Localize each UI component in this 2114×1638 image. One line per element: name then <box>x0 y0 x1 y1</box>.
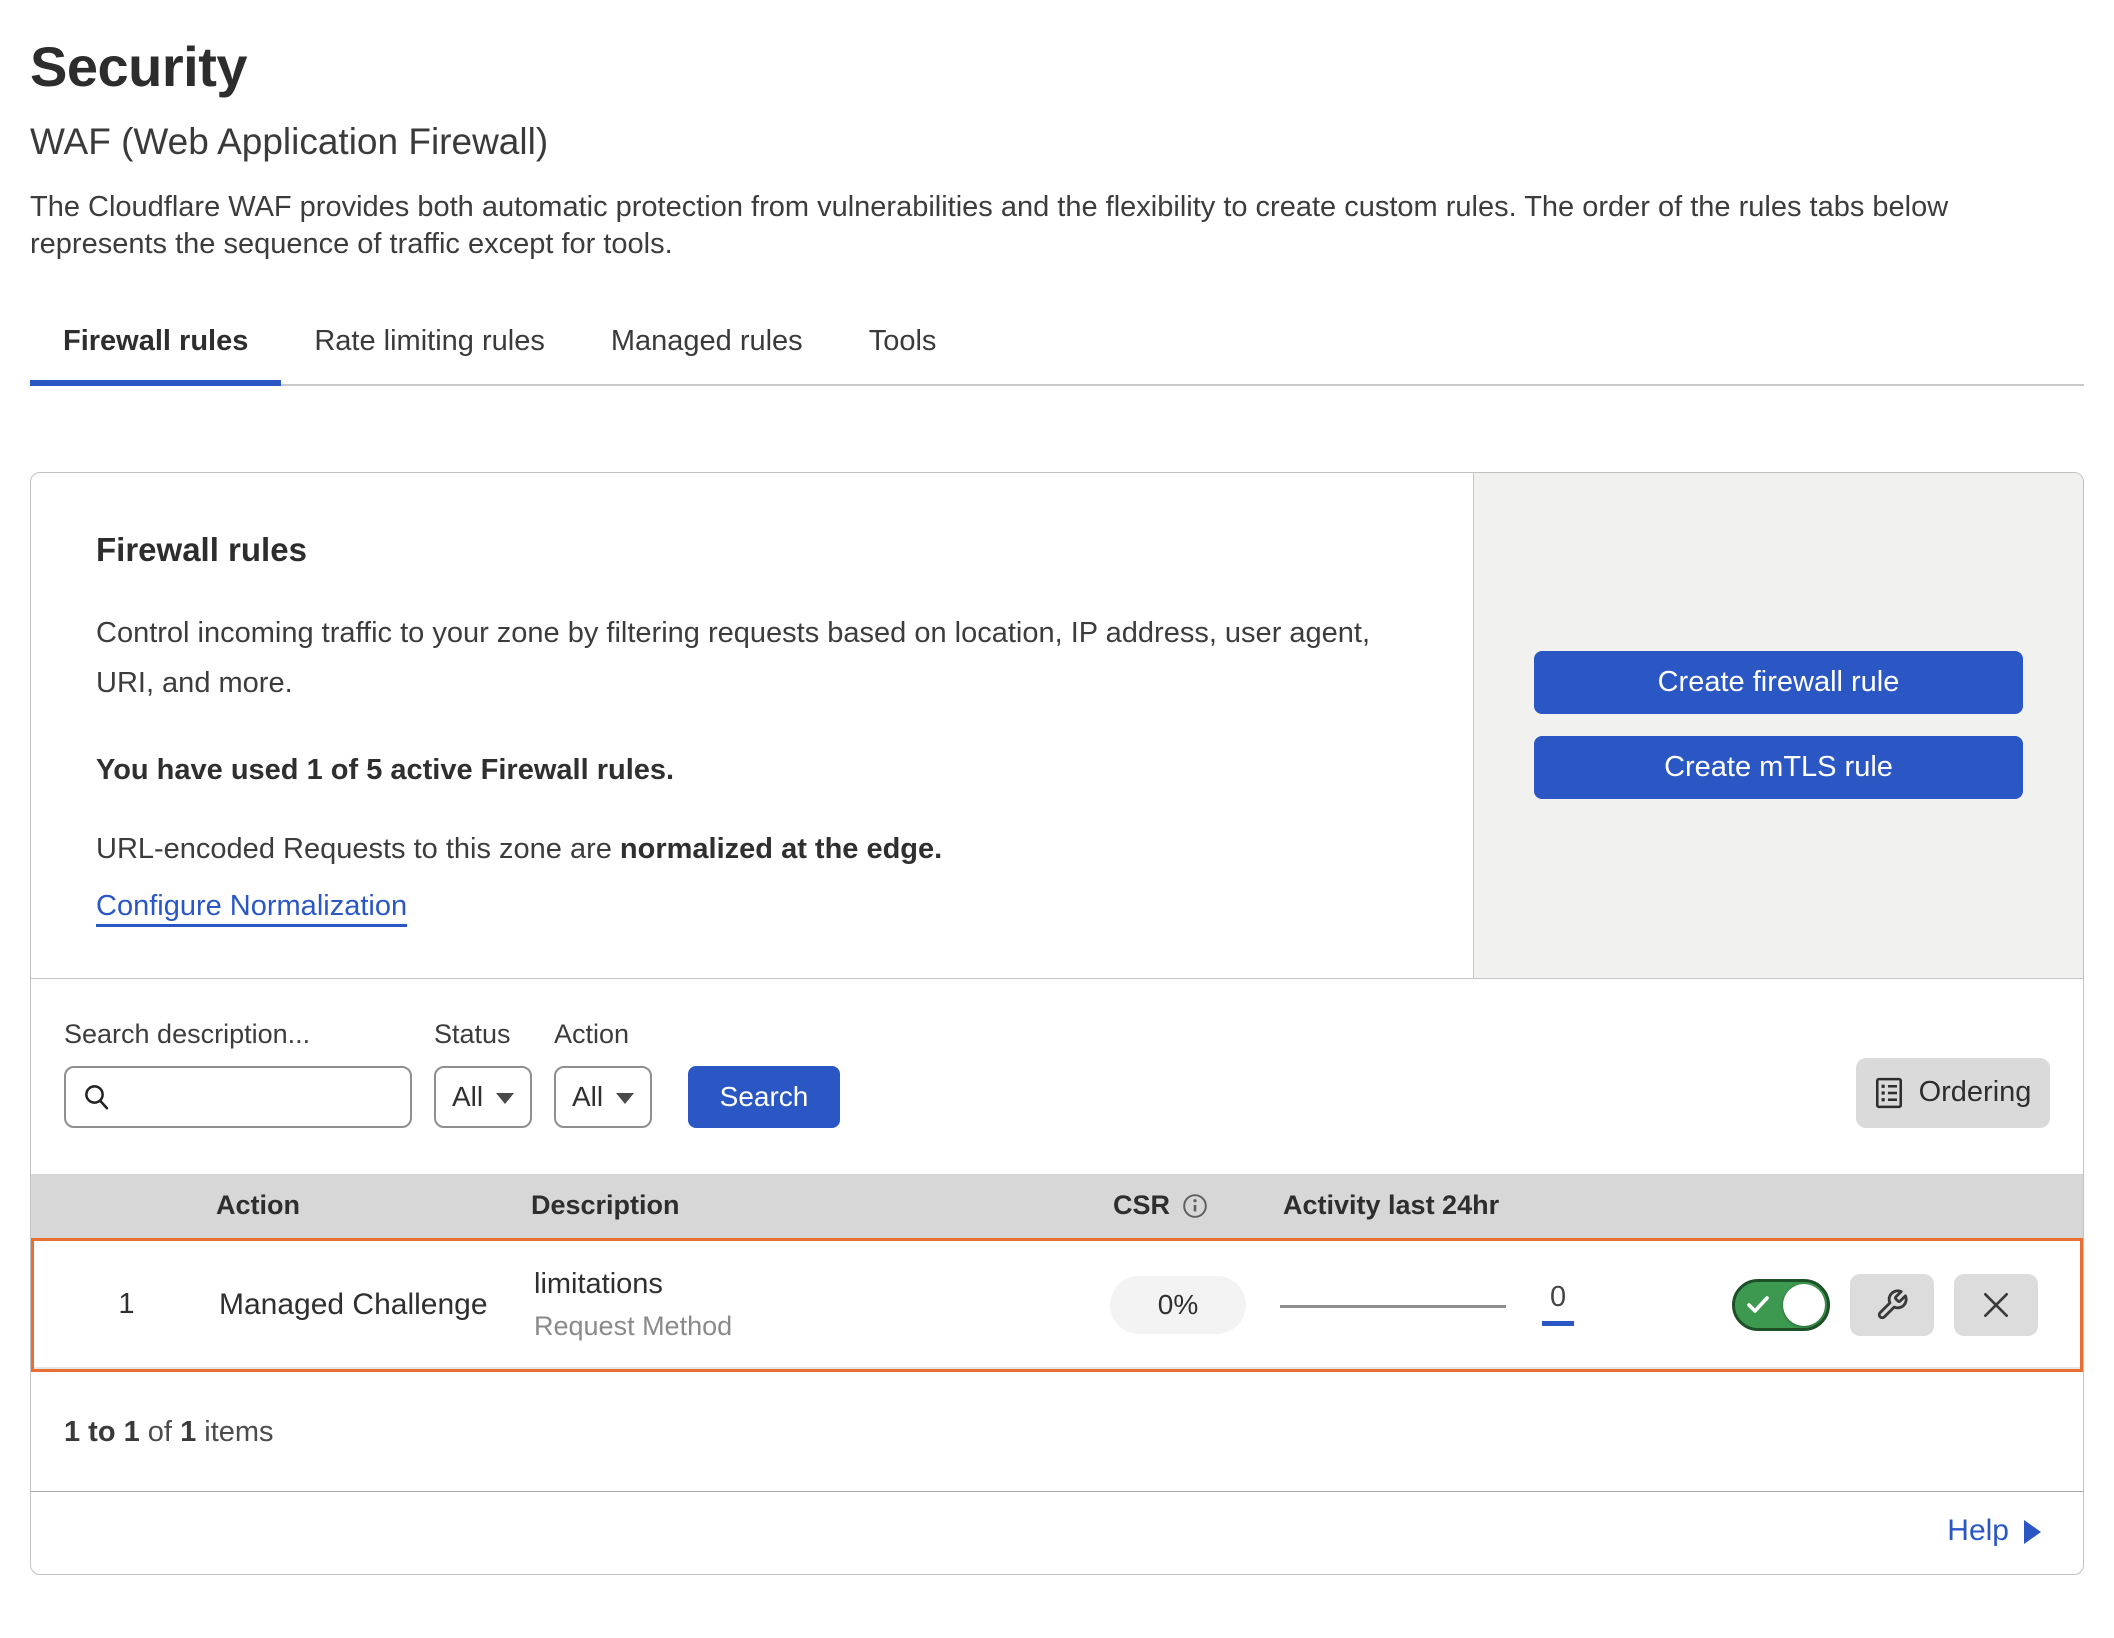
firewall-rules-description: Control incoming traffic to your zone by… <box>96 609 1408 709</box>
header-activity: Activity last 24hr <box>1283 1190 1703 1221</box>
pagination-range: 1 to 1 <box>64 1416 140 1448</box>
tab-tools[interactable]: Tools <box>836 313 970 384</box>
activity-count-link[interactable]: 0 <box>1542 1283 1574 1326</box>
help-row: Help <box>31 1492 2083 1574</box>
pagination-items: items <box>196 1416 273 1448</box>
status-filter-group: Status All <box>434 1019 532 1128</box>
tab-managed-rules[interactable]: Managed rules <box>578 313 836 384</box>
rule-description-title: limitations <box>534 1268 1110 1301</box>
header-csr: CSR <box>1113 1190 1283 1221</box>
firewall-rule-row[interactable]: 1 Managed Challenge limitations Request … <box>31 1238 2083 1372</box>
create-rule-actions-panel: Create firewall rule Create mTLS rule <box>1473 473 2083 978</box>
firewall-rules-intro-text: Firewall rules Control incoming traffic … <box>31 473 1473 978</box>
rule-description-cell: limitations Request Method <box>534 1268 1110 1342</box>
action-filter-label: Action <box>554 1019 652 1050</box>
tab-firewall-rules[interactable]: Firewall rules <box>30 313 281 384</box>
header-description: Description <box>531 1190 1113 1221</box>
rule-enabled-toggle[interactable] <box>1732 1279 1830 1331</box>
search-input-box[interactable] <box>64 1066 412 1128</box>
help-link[interactable]: Help <box>1947 1514 2041 1548</box>
chevron-down-icon <box>616 1093 634 1104</box>
page-description: The Cloudflare WAF provides both automat… <box>30 189 2050 263</box>
search-input[interactable] <box>122 1081 394 1113</box>
search-button[interactable]: Search <box>688 1066 840 1128</box>
activity-sparkline <box>1280 1305 1506 1308</box>
page-title: Security <box>30 34 2084 99</box>
status-filter-label: Status <box>434 1019 532 1050</box>
tab-rate-limiting-rules[interactable]: Rate limiting rules <box>281 313 577 384</box>
normalization-note-bold: normalized at the edge. <box>620 833 942 865</box>
rules-table-header: Action Description CSR Activity last 24h… <box>31 1174 2083 1238</box>
delete-rule-button[interactable] <box>1954 1274 2038 1336</box>
create-mtls-rule-button[interactable]: Create mTLS rule <box>1534 736 2023 799</box>
rule-description-subtitle: Request Method <box>534 1311 1110 1342</box>
edit-rule-button[interactable] <box>1850 1274 1934 1336</box>
wrench-icon <box>1875 1288 1909 1322</box>
waf-tab-bar: Firewall rules Rate limiting rules Manag… <box>30 313 2084 386</box>
rules-filter-row: Search description... Status All <box>31 979 2083 1174</box>
header-csr-label: CSR <box>1113 1190 1170 1221</box>
rule-controls-cell <box>1700 1274 2080 1336</box>
search-icon <box>82 1082 112 1112</box>
status-filter-dropdown[interactable]: All <box>434 1066 532 1128</box>
firewall-rules-card: Firewall rules Control incoming traffic … <box>30 472 2084 1575</box>
help-link-label: Help <box>1947 1514 2009 1548</box>
security-waf-page: Security WAF (Web Application Firewall) … <box>0 0 2114 1575</box>
firewall-rules-heading: Firewall rules <box>96 531 1408 569</box>
pagination-total: 1 <box>180 1416 196 1448</box>
ordering-button-label: Ordering <box>1919 1076 2032 1109</box>
firewall-rules-usage: You have used 1 of 5 active Firewall rul… <box>96 754 1408 787</box>
pagination-of: of <box>140 1416 180 1448</box>
rule-activity-cell: 0 <box>1280 1283 1700 1326</box>
rule-priority: 1 <box>34 1288 219 1321</box>
normalization-note: URL-encoded Requests to this zone are no… <box>96 833 1408 866</box>
x-icon <box>1980 1289 2012 1321</box>
rule-action: Managed Challenge <box>219 1288 534 1322</box>
info-icon[interactable] <box>1182 1193 1208 1219</box>
normalization-note-text: URL-encoded Requests to this zone are <box>96 833 620 865</box>
action-filter-group: Action All <box>554 1019 652 1128</box>
search-description-label: Search description... <box>64 1019 412 1050</box>
status-filter-value: All <box>452 1081 483 1113</box>
chevron-down-icon <box>496 1093 514 1104</box>
create-firewall-rule-button[interactable]: Create firewall rule <box>1534 651 2023 714</box>
csr-badge: 0% <box>1110 1276 1246 1334</box>
action-filter-value: All <box>572 1081 603 1113</box>
pagination-summary: 1 to 1 of 1 items <box>31 1372 2083 1492</box>
page-subtitle: WAF (Web Application Firewall) <box>30 121 2084 163</box>
header-action: Action <box>216 1190 531 1221</box>
arrow-right-icon <box>2024 1520 2041 1544</box>
search-description-group: Search description... <box>64 1019 412 1128</box>
rule-csr-cell: 0% <box>1110 1276 1280 1334</box>
toggle-knob <box>1783 1284 1825 1326</box>
check-icon <box>1747 1296 1769 1314</box>
action-filter-dropdown[interactable]: All <box>554 1066 652 1128</box>
ordering-button[interactable]: Ordering <box>1856 1058 2050 1128</box>
firewall-rules-intro-section: Firewall rules Control incoming traffic … <box>31 473 2083 979</box>
ordering-list-icon <box>1875 1077 1903 1109</box>
configure-normalization-link[interactable]: Configure Normalization <box>96 890 407 923</box>
